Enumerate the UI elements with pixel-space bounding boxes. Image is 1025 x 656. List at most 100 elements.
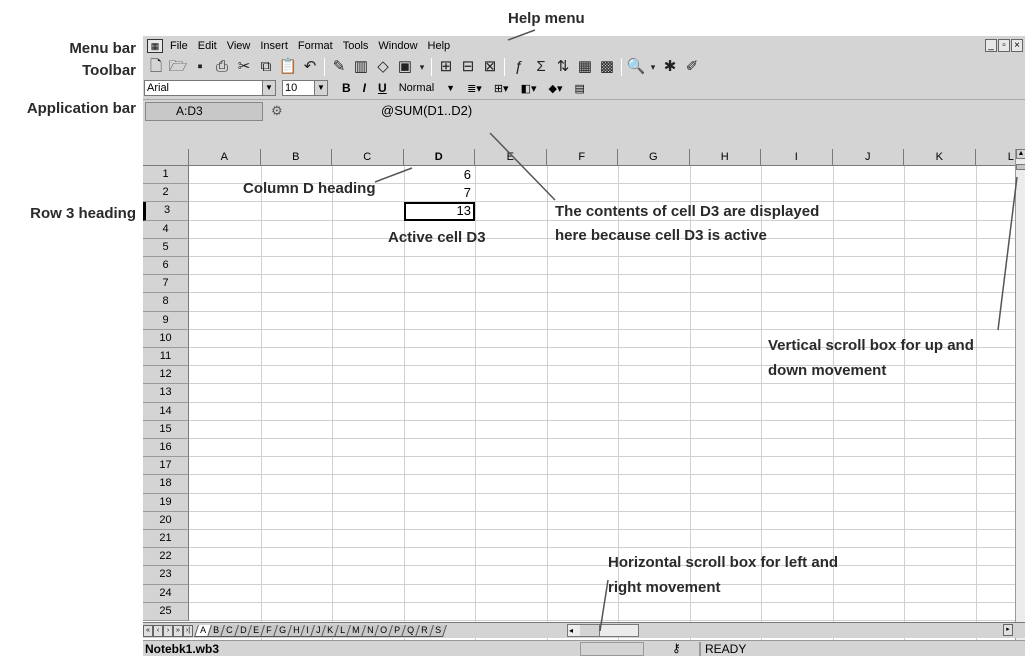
row-heading-11[interactable]: 11 xyxy=(143,348,189,367)
row-heading-7[interactable]: 7 xyxy=(143,275,189,294)
row-heading-21[interactable]: 21 xyxy=(143,530,189,549)
function-icon[interactable]: ƒ xyxy=(508,57,530,77)
font-size-select[interactable]: 10 ▼ xyxy=(282,80,328,96)
row-heading-12[interactable]: 12 xyxy=(143,366,189,385)
insert-columns-icon[interactable]: ⊠ xyxy=(479,57,501,77)
print-icon[interactable]: ⎙ xyxy=(211,57,233,77)
row-heading-1[interactable]: 1 xyxy=(143,166,189,185)
expert-icon[interactable]: ✱ xyxy=(659,57,681,77)
last-sheet-icon[interactable]: » xyxy=(173,624,183,637)
cell-address-box[interactable]: A:D3 xyxy=(145,102,263,121)
cell-d2[interactable]: 7 xyxy=(404,186,471,199)
scroll-up-arrow-icon[interactable]: ▲ xyxy=(1016,149,1025,159)
row-heading-10[interactable]: 10 xyxy=(143,329,189,348)
menu-tools[interactable]: Tools xyxy=(340,40,376,52)
formula-input[interactable]: @SUM(D1..D2) xyxy=(379,102,1023,121)
textbox-dropdown-icon[interactable]: ▾ xyxy=(416,57,428,77)
column-heading-e[interactable]: E xyxy=(475,149,547,166)
select-all-corner[interactable] xyxy=(143,149,189,166)
row-heading-15[interactable]: 15 xyxy=(143,420,189,439)
menu-format[interactable]: Format xyxy=(295,40,340,52)
menu-window[interactable]: Window xyxy=(375,40,424,52)
menu-view[interactable]: View xyxy=(224,40,258,52)
row-heading-19[interactable]: 19 xyxy=(143,493,189,512)
horizontal-scroll-box[interactable] xyxy=(580,625,600,636)
textbox-icon[interactable]: ▣ xyxy=(394,57,416,77)
paste-icon[interactable]: 📋 xyxy=(277,57,299,77)
spreadsheet-grid[interactable] xyxy=(143,149,1015,649)
undo-icon[interactable]: ↶ xyxy=(299,57,321,77)
sort-icon[interactable]: ⇅ xyxy=(552,57,574,77)
row-heading-4[interactable]: 4 xyxy=(143,220,189,239)
group-sheet-icon[interactable]: ›| xyxy=(183,624,193,637)
column-heading-c[interactable]: C xyxy=(332,149,404,166)
row-heading-5[interactable]: 5 xyxy=(143,238,189,257)
insert-cells-icon[interactable]: ⊞ xyxy=(435,57,457,77)
next-sheet-icon[interactable]: › xyxy=(163,624,173,637)
text-color-icon[interactable]: ◆▾ xyxy=(542,82,568,95)
chart-icon[interactable]: ▥ xyxy=(350,57,372,77)
navigator-icon[interactable]: ⚙ xyxy=(271,103,283,119)
row-heading-18[interactable]: 18 xyxy=(143,475,189,494)
vertical-scroll-box[interactable] xyxy=(1016,164,1025,170)
shape-icon[interactable]: ◇ xyxy=(372,57,394,77)
column-heading-f[interactable]: F xyxy=(546,149,618,166)
column-heading-h[interactable]: H xyxy=(689,149,761,166)
bold-button[interactable]: B xyxy=(336,81,357,95)
draw-icon[interactable]: ✐ xyxy=(681,57,703,77)
row-heading-6[interactable]: 6 xyxy=(143,257,189,276)
menu-insert[interactable]: Insert xyxy=(257,40,295,52)
format-icon[interactable]: ▤ xyxy=(568,82,590,95)
column-heading-k[interactable]: K xyxy=(904,149,976,166)
column-heading-g[interactable]: G xyxy=(618,149,690,166)
sum-icon[interactable]: Σ xyxy=(530,57,552,77)
row-heading-17[interactable]: 17 xyxy=(143,457,189,476)
row-heading-8[interactable]: 8 xyxy=(143,293,189,312)
cell-d1[interactable]: 6 xyxy=(404,168,471,181)
minimize-button[interactable]: _ xyxy=(985,39,997,52)
insert-rows-icon[interactable]: ⊟ xyxy=(457,57,479,77)
horizontal-scrollbar[interactable]: ◂ xyxy=(567,624,639,637)
cut-icon[interactable]: ✂ xyxy=(233,57,255,77)
chevron-down-icon[interactable]: ▼ xyxy=(440,83,461,93)
grid-icon[interactable]: ▩ xyxy=(596,57,618,77)
scroll-left-arrow-icon[interactable]: ◂ xyxy=(569,625,573,636)
scroll-right-arrow-icon[interactable]: ▸ xyxy=(1003,624,1013,636)
row-heading-13[interactable]: 13 xyxy=(143,384,189,403)
row-heading-3[interactable]: 3 xyxy=(143,202,189,221)
spellcheck-icon[interactable]: ✎ xyxy=(328,57,350,77)
border-icon[interactable]: ⊞▾ xyxy=(488,82,515,95)
column-heading-b[interactable]: B xyxy=(260,149,332,166)
chevron-down-icon[interactable]: ▼ xyxy=(262,81,275,95)
row-heading-16[interactable]: 16 xyxy=(143,439,189,458)
column-heading-d[interactable]: D xyxy=(403,149,475,166)
open-icon[interactable]: 🗁 xyxy=(167,57,189,77)
column-heading-j[interactable]: J xyxy=(832,149,904,166)
app-menu-icon[interactable]: ▦ xyxy=(147,39,163,53)
copy-icon[interactable]: ⧉ xyxy=(255,57,277,77)
italic-button[interactable]: I xyxy=(357,81,372,95)
row-heading-14[interactable]: 14 xyxy=(143,402,189,421)
table-icon[interactable]: ▦ xyxy=(574,57,596,77)
font-select[interactable]: Arial ▼ xyxy=(144,80,276,96)
new-icon[interactable]: 🗋 xyxy=(145,57,167,77)
vertical-scrollbar[interactable]: ▲ ▼ xyxy=(1015,149,1025,649)
close-button[interactable]: × xyxy=(1011,39,1023,52)
zoom-dropdown-icon[interactable]: ▾ xyxy=(647,57,659,77)
restore-button[interactable]: ▫ xyxy=(998,39,1010,52)
prev-sheet-icon[interactable]: ‹ xyxy=(153,624,163,637)
underline-button[interactable]: U xyxy=(372,81,393,95)
active-cell-border[interactable] xyxy=(403,202,475,221)
save-icon[interactable]: ▪ xyxy=(189,57,211,77)
first-sheet-icon[interactable]: « xyxy=(143,624,153,637)
sheet-tab-s[interactable]: S xyxy=(428,624,447,637)
column-heading-i[interactable]: I xyxy=(761,149,833,166)
menu-file[interactable]: File xyxy=(167,40,195,52)
chevron-down-icon[interactable]: ▼ xyxy=(314,81,327,95)
fill-color-icon[interactable]: ◧▾ xyxy=(515,82,543,95)
zoom-icon[interactable]: 🔍 xyxy=(625,57,647,77)
column-heading-a[interactable]: A xyxy=(189,149,261,166)
row-heading-20[interactable]: 20 xyxy=(143,511,189,530)
row-heading-25[interactable]: 25 xyxy=(143,602,189,621)
style-select[interactable]: Normal xyxy=(393,82,440,94)
